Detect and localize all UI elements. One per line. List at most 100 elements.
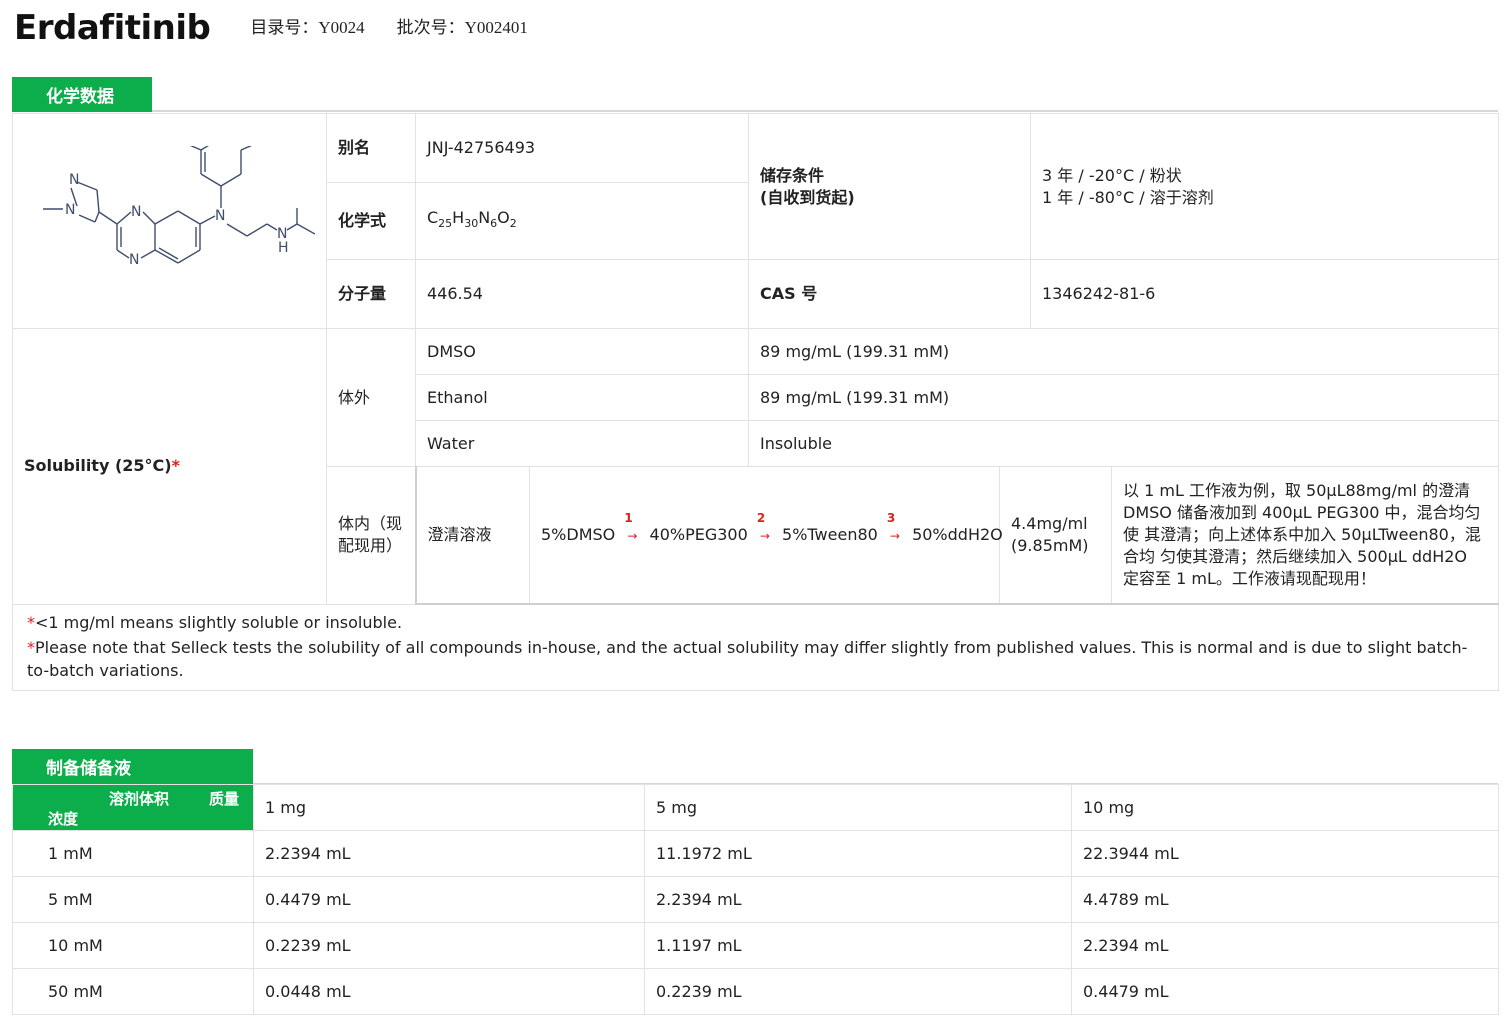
solubility-ethanol-value: 89 mg/mL (199.31 mM) (748, 374, 1499, 421)
volume-cell: 0.0448 mL (253, 968, 645, 1015)
volume-cell: 2.2394 mL (253, 830, 645, 877)
table-row: 10 mM 0.2239 mL 1.1197 mL 2.2394 mL (12, 922, 1499, 969)
formula-o-count: 2 (509, 217, 517, 231)
invivo-solution-type: 澄清溶液 (427, 525, 492, 544)
molecule-structure-image: N N N N N N H (42, 146, 315, 268)
mw-label: 分子量 (326, 259, 416, 329)
solubility-label: Solubility (25°C)* (12, 328, 327, 605)
formula-c: C (427, 207, 439, 227)
storage-label-line-1: 储存条件 (760, 165, 825, 185)
formula-h: H (452, 207, 465, 227)
storage-label: 储存条件 (自收到货起) (748, 113, 1031, 260)
formula-o: O (497, 207, 510, 227)
volume-cell: 11.1972 mL (644, 830, 1072, 877)
invivo-concentration: 4.4mg/ml (9.85mM) (999, 467, 1112, 603)
cas-label: CAS 号 (748, 259, 1031, 329)
storage-line-1: 3 年 / -20°C / 粉状 (1042, 165, 1182, 185)
table-row: 50 mM 0.0448 mL 0.2239 mL 0.4479 mL (12, 968, 1499, 1015)
footnote-1-text: <1 mg/ml means slightly soluble or insol… (35, 613, 403, 632)
conc-cell: 5 mM (12, 876, 254, 923)
catalog-number: 目录号：Y0024 (250, 18, 365, 37)
volume-cell: 22.3944 mL (1071, 830, 1499, 877)
storage-value: 3 年 / -20°C / 粉状 1 年 / -80°C / 溶于溶剂 (1030, 113, 1499, 260)
atom-n-quinoxaline-1: N (131, 204, 141, 220)
chem-data-section-tab: 化学数据 (12, 77, 152, 112)
volume-cell: 4.4789 mL (1071, 876, 1499, 923)
table-row: 5 mM 0.4479 mL 2.2394 mL 4.4789 mL (12, 876, 1499, 923)
chem-data-section-title: 化学数据 (46, 87, 114, 107)
solvent-water: Water (415, 420, 749, 467)
product-header: Erdafitinib 目录号：Y0024 批次号：Y002401 (14, 8, 528, 54)
formula-n: N (478, 207, 491, 227)
invivo-preparation-note: 以 1 mL 工作液为例，取 50μL88mg/ml 的澄清 DMSO 储备液加… (1111, 467, 1498, 603)
arrow-icon: 2 → (757, 511, 770, 547)
formula-label: 化学式 (326, 182, 416, 260)
arrow-glyph: → (759, 528, 770, 543)
invivo-formula: 5%DMSO 1 → 40%PEG300 2 → 5%Tween80 3 → 50%d… (529, 467, 1003, 603)
solubility-dmso-value: 89 mg/mL (199.31 mM) (748, 328, 1499, 375)
alias-value: JNJ-42756493 (415, 113, 749, 183)
formula-value: C25H30N6O2 (415, 182, 749, 260)
cas-value: 1346242-81-6 (1030, 259, 1499, 329)
arrow-glyph: → (627, 528, 638, 543)
solubility-water-value: Insoluble (748, 420, 1499, 467)
stock-solution-section-tab: 制备储备液 (12, 749, 253, 784)
solvent-dmso: DMSO (415, 328, 749, 375)
invivo-formulation-cell: 澄清溶液 5%DMSO 1 → 40%PEG300 2 → 5%Tween80 3 →… (414, 466, 1499, 605)
conc-cell: 10 mM (12, 922, 254, 969)
mass-header-5mg: 5 mg (644, 784, 1072, 831)
solvent-ethanol: Ethanol (415, 374, 749, 421)
stock-table-corner-header: 溶剂体积 质量 浓度 (12, 784, 254, 831)
formula-step-ddh2o: 50%ddH2O (912, 524, 1003, 544)
conc-cell: 1 mM (12, 830, 254, 877)
conc-cell: 50 mM (12, 968, 254, 1015)
volume-cell: 0.2239 mL (644, 968, 1072, 1015)
corner-volume-label: 溶剂体积 (109, 790, 170, 808)
footnote-2: *Please note that Selleck tests the solu… (27, 636, 1486, 682)
atom-n-amine: N (215, 208, 225, 224)
invivo-formulation-table: 澄清溶液 5%DMSO 1 → 40%PEG300 2 → 5%Tween80 3 →… (417, 467, 1498, 603)
batch-number: 批次号：Y002401 (396, 18, 528, 37)
step-number-3: 3 (886, 510, 896, 525)
step-number-2: 2 (756, 510, 766, 525)
atom-nh-h: H (278, 240, 289, 256)
volume-cell: 1.1197 mL (644, 922, 1072, 969)
volume-cell: 0.4479 mL (1071, 968, 1499, 1015)
mw-value: 446.54 (415, 259, 749, 329)
footnote-star: * (27, 638, 35, 657)
arrow-icon: 3 → (887, 511, 900, 547)
volume-cell: 0.4479 mL (253, 876, 645, 923)
corner-mass-label: 质量 (209, 790, 240, 808)
chem-data-table: N N N N N N H 别名 JNJ-42756493 储存条件 (自收到货… (12, 113, 1499, 691)
section-divider (152, 110, 1498, 112)
mass-header-10mg: 10 mg (1071, 784, 1499, 831)
formula-step-dmso: 5%DMSO (541, 524, 616, 544)
formula-h-count: 30 (464, 217, 479, 231)
stock-solution-section-title: 制备储备液 (46, 759, 131, 779)
invitro-label: 体外 (326, 328, 416, 467)
arrow-icon: 1 → (624, 511, 638, 547)
atom-n-pyrazole: N (69, 172, 79, 188)
arrow-glyph: → (889, 528, 900, 543)
stock-solution-table: 溶剂体积 质量 浓度 1 mg 5 mg 10 mg 1 mM 2.2394 m… (12, 784, 1499, 1015)
molecule-structure-cell: N N N N N N H (12, 113, 327, 329)
formula-step-peg300: 40%PEG300 (649, 524, 748, 544)
storage-label-line-2: (自收到货起) (760, 187, 855, 207)
footnote-star: * (27, 613, 35, 632)
storage-line-2: 1 年 / -80°C / 溶于溶剂 (1042, 187, 1214, 207)
formula-c-count: 25 (438, 217, 453, 231)
atom-n-quinoxaline-2: N (129, 252, 139, 268)
solubility-label-text: Solubility (25°C) (24, 456, 172, 476)
step-number-1: 1 (624, 510, 633, 525)
mass-header-1mg: 1 mg (253, 784, 645, 831)
solubility-star: * (171, 456, 180, 476)
formula-step-tween80: 5%Tween80 (782, 524, 878, 544)
volume-cell: 0.2239 mL (253, 922, 645, 969)
solubility-footnotes: *<1 mg/ml means slightly soluble or inso… (12, 603, 1499, 691)
footnote-1: *<1 mg/ml means slightly soluble or inso… (27, 611, 1486, 634)
corner-conc-label: 浓度 (48, 810, 79, 828)
footnote-2-text: Please note that Selleck tests the solub… (27, 638, 1468, 680)
table-row: 1 mM 2.2394 mL 11.1972 mL 22.3944 mL (12, 830, 1499, 877)
invivo-label: 体内（现配现用） (326, 466, 416, 605)
atom-n-methyl: N (65, 202, 75, 218)
